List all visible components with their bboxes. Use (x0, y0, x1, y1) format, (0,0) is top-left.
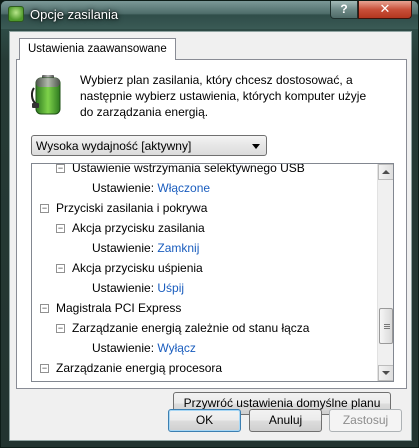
grip-icon (384, 324, 390, 325)
tree-node-label: Magistrala PCI Express (56, 301, 182, 315)
tree-node-label: Akcja przycisku uśpienia (72, 261, 203, 275)
advanced-settings-panel: Wybierz plan zasilania, który chcesz dos… (16, 59, 407, 415)
tree-node-label: Ustawienie wstrzymania selektywnego USB (72, 163, 305, 175)
setting-value-link[interactable]: Włączone (157, 181, 210, 195)
tree-scrollbar[interactable] (377, 164, 393, 381)
power-options-icon (8, 6, 24, 22)
arrow-down-icon (382, 371, 390, 375)
tree-setting-row[interactable]: Ustawienie: Uśpij (32, 278, 379, 298)
window-title: Opcje zasilania (30, 7, 119, 22)
tree-setting-row[interactable]: Ustawienie: Wyłącz (32, 338, 379, 358)
setting-label: Ustawienie: Zamknij (92, 238, 199, 258)
tree-node[interactable]: − Zarządzanie energią zależnie od stanu ł… (32, 318, 379, 338)
description-text: Wybierz plan zasilania, który chcesz dos… (80, 73, 367, 119)
dialog-body: Ustawienia zaawansowane Wybierz plan zas… (9, 31, 412, 441)
scroll-up-button[interactable] (378, 164, 393, 180)
power-plan-selected: Wysoka wydajność [aktywny] (36, 139, 192, 153)
tree-node-label: Przyciski zasilania i pokrywa (56, 201, 208, 215)
power-options-window: Opcje zasilania ? ✕ Ustawienia zaawansow… (0, 0, 419, 448)
setting-caption: Ustawienie: (92, 281, 155, 295)
setting-value-link[interactable]: Zamknij (157, 241, 199, 255)
tree-node-label: Akcja przycisku zasilania (72, 221, 205, 235)
chevron-down-icon[interactable] (252, 144, 260, 149)
tree-node[interactable]: − Przyciski zasilania i pokrywa (32, 198, 379, 218)
collapse-icon[interactable]: − (40, 204, 49, 213)
collapse-icon[interactable]: − (40, 304, 49, 313)
tree-node[interactable]: − Zarządzanie energią procesora (32, 358, 379, 378)
setting-label: Ustawienie: Wyłącz (92, 338, 196, 358)
setting-caption: Ustawienie: (92, 241, 155, 255)
collapse-icon[interactable]: − (56, 264, 65, 273)
tree-node-label: Zarządzanie energią zależnie od stanu łą… (72, 321, 310, 335)
tree-setting-row[interactable]: Ustawienie: Włączone (32, 178, 379, 198)
ok-button[interactable]: OK (168, 409, 241, 432)
tree-node-label: Zarządzanie energią procesora (56, 361, 223, 375)
scroll-thumb[interactable] (379, 308, 393, 344)
setting-label: Ustawienie: Uśpij (92, 278, 184, 298)
tree-node[interactable]: − Ustawienie wstrzymania selektywnego USB (32, 163, 379, 178)
apply-button[interactable]: Zastosuj (329, 409, 402, 432)
scroll-down-button[interactable] (378, 365, 393, 381)
power-plan-dropdown[interactable]: Wysoka wydajność [aktywny] (31, 135, 267, 156)
collapse-icon[interactable]: − (40, 364, 49, 373)
tab-advanced-settings[interactable]: Ustawienia zaawansowane (19, 38, 176, 60)
setting-value-link[interactable]: Wyłącz (157, 341, 196, 355)
tree-node[interactable]: − Magistrala PCI Express (32, 298, 379, 318)
cancel-button[interactable]: Anuluj (249, 409, 322, 432)
tree-node[interactable]: − Akcja przycisku zasilania (32, 218, 379, 238)
title-bar[interactable]: Opcje zasilania ? ✕ (1, 1, 418, 29)
tree-setting-row[interactable]: Ustawienie: Zamknij (32, 238, 379, 258)
collapse-icon[interactable]: − (56, 324, 65, 333)
settings-tree[interactable]: − Ustawienie wstrzymania selektywnego USB… (31, 163, 394, 382)
tree-node[interactable]: − Akcja przycisku uśpienia (32, 258, 379, 278)
setting-value-link[interactable]: Uśpij (157, 281, 184, 295)
help-button[interactable]: ? (330, 1, 358, 19)
arrow-up-icon (382, 170, 390, 174)
setting-caption: Ustawienie: (92, 341, 155, 355)
settings-tree-content: − Ustawienie wstrzymania selektywnego USB… (32, 163, 379, 378)
setting-label: Ustawienie: Włączone (92, 178, 210, 198)
battery-icon (31, 75, 61, 115)
collapse-icon[interactable]: − (56, 164, 65, 173)
close-button[interactable]: ✕ (358, 1, 412, 19)
setting-caption: Ustawienie: (92, 181, 155, 195)
collapse-icon[interactable]: − (56, 224, 65, 233)
